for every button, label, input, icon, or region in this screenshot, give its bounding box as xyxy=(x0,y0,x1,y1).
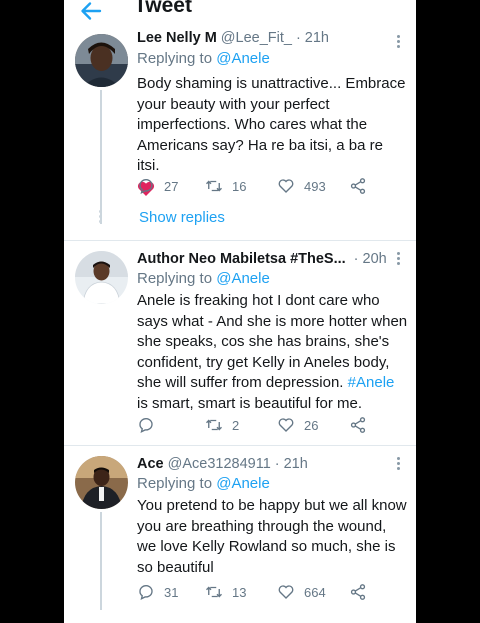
share-icon xyxy=(350,584,366,600)
thread-line xyxy=(100,90,102,224)
display-name[interactable]: Ace xyxy=(137,456,164,472)
reply-tweet-1[interactable]: Lee Nelly M @Lee_Fit_ · 21h Replying to … xyxy=(64,0,416,240)
replying-to-label: Replying to xyxy=(137,475,213,492)
mention-link[interactable]: @Anele xyxy=(216,475,270,492)
reply-tweet-3[interactable]: Ace @Ace31284911 · 21h Replying to @Anel… xyxy=(64,446,416,623)
heart-icon xyxy=(278,585,294,599)
timestamp[interactable]: 20h xyxy=(363,251,387,267)
separator-dot: · xyxy=(353,251,359,267)
user-handle[interactable]: @Lee_Fit_ xyxy=(221,30,292,46)
tweet-text-content: Body shaming is unattractive... Embrace … xyxy=(137,75,406,174)
share-icon xyxy=(350,178,366,194)
retweet-button[interactable]: 2 xyxy=(205,416,239,434)
avatar[interactable] xyxy=(75,34,128,87)
tweet-text-content: You pretend to be happy but we all know … xyxy=(137,497,407,576)
tweet-header: Lee Nelly M @Lee_Fit_ · 21h xyxy=(137,30,408,46)
timestamp[interactable]: 21h xyxy=(284,456,308,472)
more-options-icon[interactable] xyxy=(394,251,402,267)
show-replies-link[interactable]: Show replies xyxy=(139,209,225,226)
replying-to: Replying to @Anele xyxy=(137,475,270,492)
retweet-button[interactable]: 13 xyxy=(205,583,246,601)
tweet-actions: 2 26 xyxy=(137,416,377,436)
heart-icon xyxy=(278,179,294,193)
reply-count: 27 xyxy=(164,178,179,194)
tweet-text: Anele is freaking hot I dont care who sa… xyxy=(137,291,409,414)
tweet-text-content-end: is smart, smart is beautiful for me. xyxy=(137,394,363,412)
mention-link[interactable]: @Anele xyxy=(216,50,270,67)
more-options-icon[interactable] xyxy=(394,34,402,50)
tweet-text: You pretend to be happy but we all know … xyxy=(137,496,409,578)
replying-to: Replying to @Anele xyxy=(137,270,270,287)
share-button[interactable] xyxy=(349,177,367,195)
like-button[interactable]: 26 xyxy=(277,416,318,434)
reply-tweet-2[interactable]: Author Neo Mabiletsa #TheS... · 20h Repl… xyxy=(64,241,416,445)
like-count: 493 xyxy=(304,178,326,194)
tweet-actions: 31 13 664 xyxy=(137,583,377,603)
like-count: 664 xyxy=(304,584,326,600)
share-icon xyxy=(350,417,366,433)
thread-dots xyxy=(99,210,103,223)
tweet-header: Ace @Ace31284911 · 21h xyxy=(137,456,408,472)
retweet-icon xyxy=(206,419,222,431)
replying-to: Replying to @Anele xyxy=(137,50,270,67)
replying-to-label: Replying to xyxy=(137,270,213,287)
tweet-actions: 27 16 493 xyxy=(137,177,377,197)
tweet-header: Author Neo Mabiletsa #TheS... · 20h xyxy=(137,251,408,267)
share-button[interactable] xyxy=(349,583,367,601)
reply-icon xyxy=(139,179,153,195)
retweet-icon xyxy=(206,586,222,598)
avatar[interactable] xyxy=(75,456,128,509)
timestamp[interactable]: 21h xyxy=(305,30,329,46)
retweet-count: 2 xyxy=(232,417,240,433)
more-options-icon[interactable] xyxy=(394,456,402,472)
hashtag-link[interactable]: #Anele xyxy=(348,374,395,391)
reply-button[interactable]: 27 xyxy=(137,177,178,195)
like-button[interactable]: 493 xyxy=(277,177,326,195)
display-name[interactable]: Lee Nelly M xyxy=(137,30,217,46)
user-handle[interactable]: @Ace31284911 xyxy=(168,456,271,472)
tweet-screen: Lee Nelly M @Lee_Fit_ · 21h Replying to … xyxy=(64,0,416,623)
like-count: 26 xyxy=(304,417,319,433)
top-app-bar: Tweet xyxy=(64,0,416,28)
reply-count: 31 xyxy=(164,584,179,600)
reply-button[interactable] xyxy=(137,416,155,434)
separator-dot: · xyxy=(274,456,280,472)
page-title: Tweet xyxy=(134,0,192,17)
mention-link[interactable]: @Anele xyxy=(216,270,270,287)
reply-icon xyxy=(139,585,153,601)
back-arrow-icon[interactable] xyxy=(78,0,104,24)
retweet-count: 16 xyxy=(232,178,247,194)
display-name[interactable]: Author Neo Mabiletsa #TheS... xyxy=(137,251,346,267)
retweet-button[interactable]: 16 xyxy=(205,177,246,195)
like-button[interactable]: 664 xyxy=(277,583,326,601)
share-button[interactable] xyxy=(349,416,367,434)
retweet-icon xyxy=(206,180,222,192)
reply-icon xyxy=(139,418,153,434)
retweet-count: 13 xyxy=(232,584,247,600)
heart-icon xyxy=(278,418,294,432)
replying-to-label: Replying to xyxy=(137,50,213,67)
thread-line xyxy=(100,512,102,610)
reply-button[interactable]: 31 xyxy=(137,583,178,601)
avatar[interactable] xyxy=(75,251,128,304)
separator-dot: · xyxy=(295,30,301,46)
